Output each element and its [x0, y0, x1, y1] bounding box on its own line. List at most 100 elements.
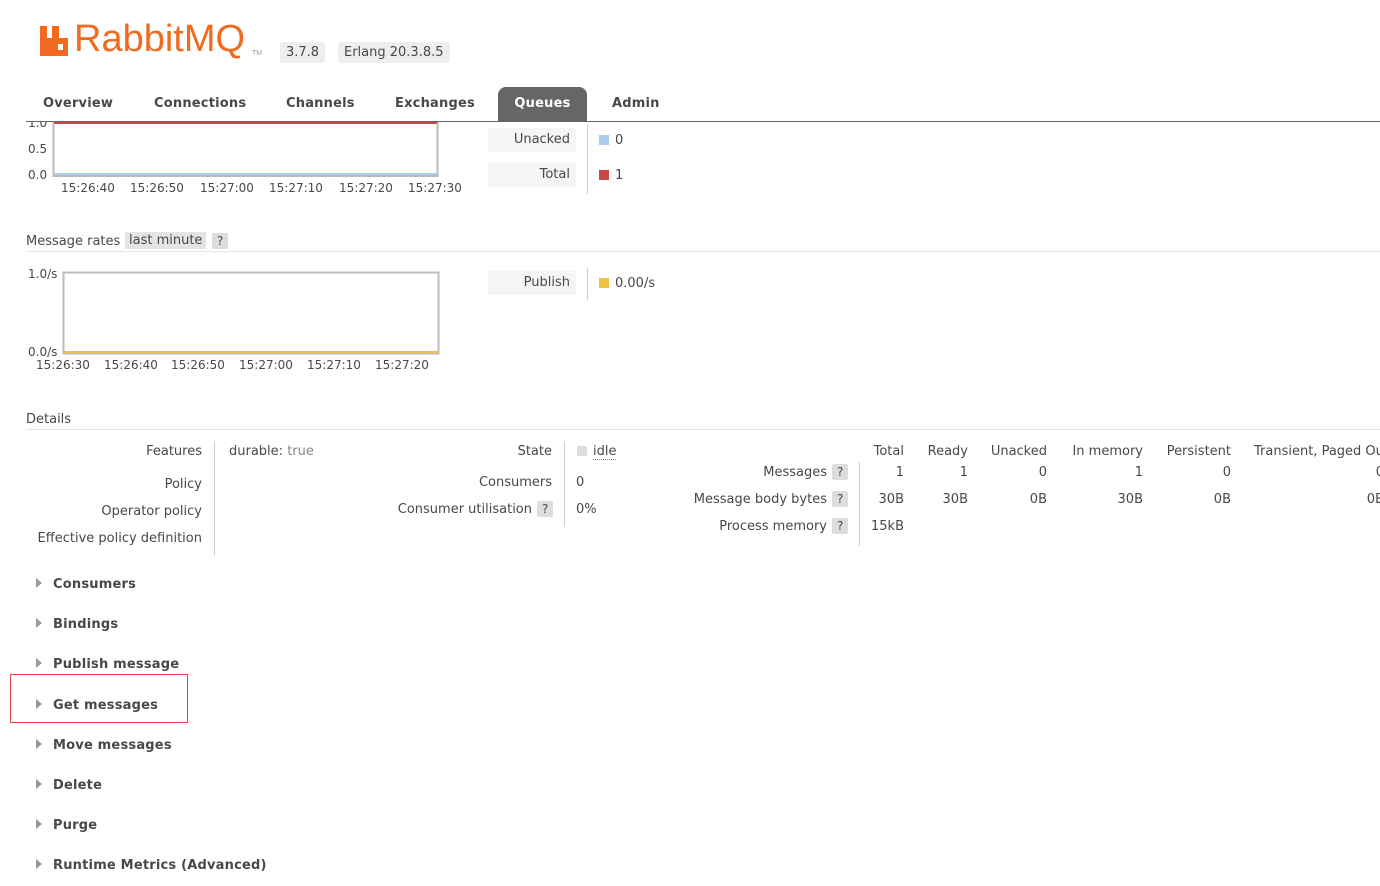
col-header-persistent: Persistent [1166, 444, 1231, 459]
legend-total-label[interactable]: Total [488, 163, 576, 187]
logo-text: RabbitMQ [74, 18, 246, 60]
table-cell: 30B [942, 492, 968, 507]
expand-arrow-icon [36, 699, 42, 709]
tab-exchanges[interactable]: Exchanges [395, 96, 475, 111]
message-rates-title: Message rates [26, 234, 121, 249]
utilisation-value: 0% [576, 502, 597, 517]
x-tick: 15:27:10 [307, 358, 361, 372]
y-tick: 0.0/s [28, 345, 58, 359]
effective-policy-label: Effective policy definition [37, 531, 202, 546]
section-label: Consumers [53, 577, 137, 592]
legend-divider [587, 268, 588, 300]
tab-channels[interactable]: Channels [286, 96, 355, 111]
table-cell: 0 [1038, 465, 1047, 480]
rates-chart-plot [62, 271, 440, 355]
x-tick: 15:27:30 [408, 181, 462, 195]
legend-total-value: 1 [599, 168, 623, 183]
legend-publish-value: 0.00/s [599, 276, 655, 291]
body-bytes-help-button[interactable]: ? [832, 491, 849, 507]
state-label: State [517, 444, 552, 459]
utilisation-help-button[interactable]: ? [537, 501, 554, 517]
features-value: durable: true [229, 444, 314, 459]
legend-unacked-value: 0 [599, 133, 623, 148]
col-header-unacked: Unacked [990, 444, 1047, 459]
total-swatch [599, 170, 609, 180]
table-cell: 30B [878, 492, 904, 507]
expand-arrow-icon [36, 779, 42, 789]
details-title: Details [26, 412, 72, 427]
y-tick: 1.0 [28, 122, 48, 130]
details-divider [26, 429, 1380, 430]
queued-messages-chart: 1.0 0.5 0.0 15:26:40 15:26:50 15:27:00 1… [0, 122, 480, 202]
tab-overview[interactable]: Overview [43, 96, 113, 111]
x-tick: 15:26:40 [61, 181, 115, 195]
section-label: Bindings [53, 617, 119, 632]
idle-state-indicator [577, 446, 587, 456]
logo-trademark: TM [252, 50, 263, 57]
operator-policy-label: Operator policy [101, 504, 202, 519]
col-header-ready: Ready [927, 444, 968, 459]
tab-connections[interactable]: Connections [154, 96, 246, 111]
x-tick: 15:26:50 [130, 181, 184, 195]
col-header-transient: Transient, Paged Out [1254, 444, 1380, 459]
section-label: Delete [53, 778, 103, 793]
rates-divider [26, 251, 1380, 252]
message-rates-chart: 1.0/s 0.0/s 15:26:30 15:26:40 15:26:50 1… [0, 262, 480, 377]
table-cell: 0B [1029, 492, 1047, 507]
col-header-total: Total [873, 444, 904, 459]
consumer-utilisation-label: Consumer utilisation [397, 502, 532, 517]
publish-swatch [599, 278, 609, 288]
x-tick: 15:27:00 [239, 358, 293, 372]
x-tick: 15:27:20 [375, 358, 429, 372]
row-label-body-bytes: Message body bytes [693, 492, 827, 507]
table-cell: 30B [1117, 492, 1143, 507]
table-cell: 0 [1375, 465, 1380, 480]
rabbitmq-logo-icon [40, 26, 68, 56]
section-label: Get messages [53, 698, 159, 713]
section-label: Purge [53, 818, 98, 833]
tab-queues[interactable]: Queues [498, 87, 587, 121]
x-tick: 15:27:00 [200, 181, 254, 195]
x-tick: 15:27:20 [339, 181, 393, 195]
policy-label: Policy [164, 477, 202, 492]
row-label-process-memory: Process memory [719, 519, 827, 534]
erlang-version-badge: Erlang 20.3.8.5 [338, 42, 450, 63]
consumers-label: Consumers [478, 475, 552, 490]
section-label: Runtime Metrics (Advanced) [53, 858, 267, 873]
expand-arrow-icon [36, 618, 42, 628]
y-tick: 1.0/s [28, 267, 58, 281]
row-label-messages: Messages [763, 465, 827, 480]
details-column-divider [214, 441, 215, 555]
x-tick: 15:26:40 [104, 358, 158, 372]
legend-publish-label[interactable]: Publish [488, 271, 576, 295]
y-tick: 0.0 [28, 168, 48, 182]
tab-admin[interactable]: Admin [612, 96, 660, 111]
table-cell: 1 [895, 465, 904, 480]
x-tick: 15:27:10 [269, 181, 323, 195]
details-column-divider [564, 441, 565, 527]
section-label: Move messages [53, 738, 172, 753]
x-tick: 15:26:30 [36, 358, 90, 372]
legend-unacked-label[interactable]: Unacked [488, 128, 576, 152]
state-value: idle [577, 444, 617, 460]
table-cell: 1 [1134, 465, 1143, 480]
rates-help-button[interactable]: ? [212, 233, 229, 249]
features-label: Features [146, 444, 202, 459]
expand-arrow-icon [36, 578, 42, 588]
legend-divider [587, 124, 588, 194]
rates-range-selector[interactable]: last minute [125, 232, 207, 249]
version-badge: 3.7.8 [280, 42, 326, 63]
table-cell: 1 [959, 465, 968, 480]
table-cell: 0 [1222, 465, 1231, 480]
section-label: Publish message [53, 657, 180, 672]
process-memory-help-button[interactable]: ? [832, 518, 849, 534]
y-tick: 0.5 [28, 142, 48, 156]
col-header-in-memory: In memory [1072, 444, 1143, 459]
unacked-swatch [599, 135, 609, 145]
messages-help-button[interactable]: ? [832, 464, 849, 480]
consumers-value: 0 [576, 475, 585, 490]
x-tick: 15:26:50 [171, 358, 225, 372]
expand-arrow-icon [36, 658, 42, 668]
table-cell: 15kB [871, 519, 904, 534]
table-cell: 0B [1213, 492, 1231, 507]
